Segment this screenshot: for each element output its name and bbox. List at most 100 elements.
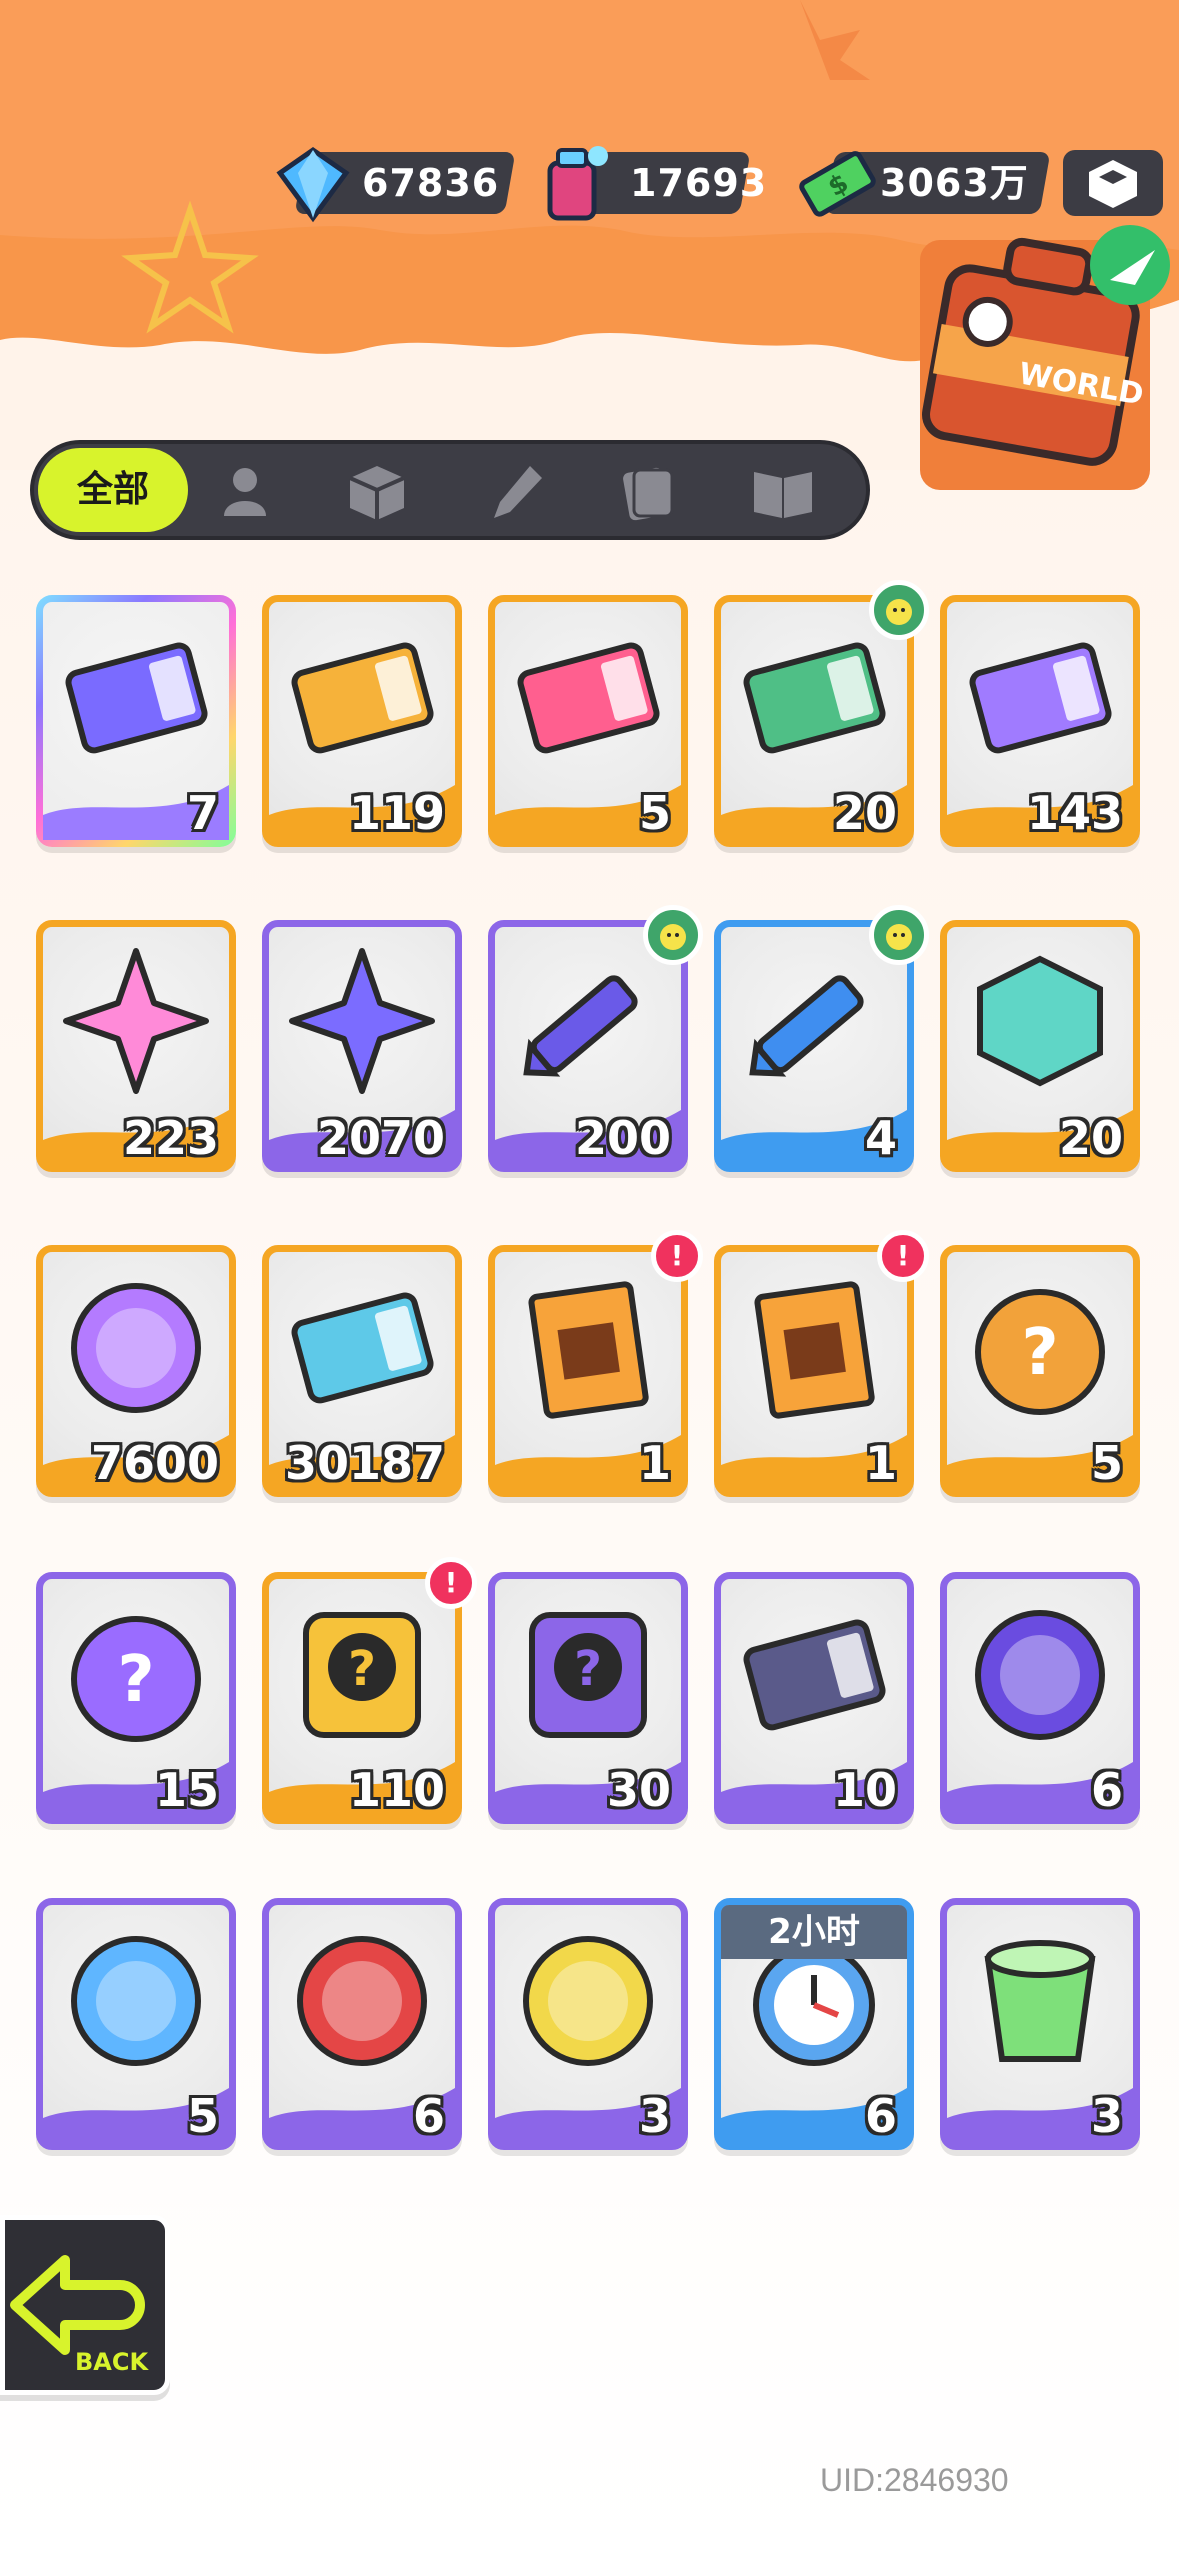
- item-card[interactable]: 7: [36, 595, 236, 847]
- deity-mystery-purple-icon: ?: [529, 1612, 647, 1738]
- cash-value: 3063万: [880, 161, 1029, 205]
- item-card[interactable]: ? 15: [36, 1572, 236, 1824]
- item-card[interactable]: 1!: [488, 1230, 703, 1497]
- item-count: 20: [832, 786, 897, 840]
- alert-badge-icon: !: [425, 1557, 477, 1609]
- item-card[interactable]: ? 30: [488, 1572, 688, 1824]
- item-card[interactable]: ? 5: [940, 1245, 1140, 1497]
- item-card[interactable]: 223: [36, 920, 236, 1172]
- blue-crayon-icon: [749, 975, 864, 1077]
- chick-badge-icon: [869, 580, 929, 640]
- item-count: 6: [1090, 1763, 1123, 1817]
- chick-badge-icon: [643, 905, 703, 965]
- deity-ticket-star-icon: [291, 642, 434, 754]
- item-card[interactable]: 200: [488, 905, 703, 1172]
- mpets-fish-ball-icon: [71, 1936, 201, 2066]
- box-settings-icon: [1089, 160, 1137, 208]
- deity-pack-icon: [754, 1281, 875, 1419]
- back-label: BACK: [75, 2348, 149, 2376]
- item-count: 223: [122, 1111, 219, 1165]
- alert-badge-icon: !: [651, 1230, 703, 1282]
- box-icon[interactable]: [342, 460, 412, 524]
- card-icon[interactable]: [612, 460, 682, 524]
- item-card[interactable]: 5: [36, 1898, 236, 2150]
- season-ticket-icon: [291, 1292, 434, 1404]
- brush-icon[interactable]: [480, 460, 550, 524]
- deity-pack-icon: [528, 1281, 649, 1419]
- item-count: 7600: [90, 1436, 219, 1490]
- item-count: 10: [832, 1763, 897, 1817]
- book-icon[interactable]: [748, 460, 818, 524]
- item-count: 3: [638, 2089, 671, 2143]
- mpets-jelly-ball-icon: [523, 1936, 653, 2066]
- svg-text:?: ?: [117, 1643, 154, 1717]
- alert-badge-icon: !: [877, 1230, 929, 1282]
- item-card[interactable]: 4: [714, 905, 929, 1172]
- item-count: 3: [1090, 2089, 1123, 2143]
- svg-text:?: ?: [348, 1641, 376, 1697]
- svg-text:?: ?: [1021, 1316, 1058, 1390]
- item-count: 6: [864, 2089, 897, 2143]
- settings-button[interactable]: [1063, 150, 1163, 216]
- svg-text:?: ?: [574, 1641, 602, 1697]
- person-icon[interactable]: [210, 460, 280, 524]
- bread-ticket-icon: [743, 642, 886, 754]
- mpets-shark-ball-icon: [297, 1936, 427, 2066]
- tab-all[interactable]: 全部: [38, 448, 188, 532]
- travel-card-icon: [743, 1619, 886, 1731]
- item-count: 5: [638, 786, 671, 840]
- back-arrow-icon: BACK: [10, 2255, 149, 2376]
- item-count: 110: [348, 1763, 445, 1817]
- item-card[interactable]: 119: [262, 595, 462, 847]
- diamond-value: 67836: [362, 161, 500, 205]
- user-id: UID:2846930: [820, 2462, 1009, 2498]
- item-card[interactable]: 2小时 6: [714, 1898, 914, 2150]
- item-card[interactable]: ? 110!: [262, 1557, 477, 1824]
- chick-badge-icon: [869, 905, 929, 965]
- item-card[interactable]: 1!: [714, 1230, 929, 1497]
- item-card[interactable]: 2070: [262, 920, 462, 1172]
- item-count: 15: [154, 1763, 219, 1817]
- color-cube-icon: [977, 955, 1103, 1087]
- item-card[interactable]: 3: [488, 1898, 688, 2150]
- mpets-cat-ball-icon: [975, 1610, 1105, 1740]
- item-count: 4: [864, 1111, 897, 1165]
- deity-mystery-gold-icon: ?: [303, 1612, 421, 1738]
- item-count: 119: [348, 786, 445, 840]
- deity-ticket-crown-icon: [65, 642, 208, 754]
- item-count: 6: [412, 2089, 445, 2143]
- item-card[interactable]: 3: [940, 1898, 1140, 2150]
- item-count: 30: [606, 1763, 671, 1817]
- item-count: 30187: [284, 1436, 445, 1490]
- back-button[interactable]: BACK: [0, 2215, 170, 2395]
- item-card[interactable]: 6: [262, 1898, 462, 2150]
- mystery-egg-orange-icon: ?: [975, 1289, 1105, 1415]
- world-travel-button[interactable]: WORLD: [880, 210, 1179, 510]
- cash-icon: $: [799, 151, 876, 217]
- item-count: 1: [638, 1436, 671, 1490]
- cool-badge-icon: [71, 1283, 201, 1413]
- item-card[interactable]: 143: [940, 595, 1140, 847]
- paint-value: 17693: [630, 161, 768, 205]
- green-jelly-cup-icon: [984, 1940, 1096, 2062]
- item-count: 7: [186, 786, 219, 840]
- item-card[interactable]: 20: [714, 580, 929, 847]
- mystery-egg-purple-icon: ?: [71, 1616, 201, 1742]
- rainbow-star-icon: [63, 948, 209, 1094]
- item-count: 5: [186, 2089, 219, 2143]
- item-card[interactable]: 7600: [36, 1245, 236, 1497]
- item-count: 5: [1090, 1436, 1123, 1490]
- item-card[interactable]: 20: [940, 920, 1140, 1172]
- item-card[interactable]: 30187: [262, 1245, 462, 1497]
- character-ticket-icon: [517, 642, 660, 754]
- deity-ticket-purple-icon: [969, 642, 1112, 754]
- item-card[interactable]: 5: [488, 595, 688, 847]
- diamond-icon: [276, 146, 350, 223]
- item-card[interactable]: 6: [940, 1572, 1140, 1824]
- item-count: 2070: [316, 1111, 445, 1165]
- item-card[interactable]: 10: [714, 1572, 914, 1824]
- item-count: 200: [574, 1111, 671, 1165]
- item-count: 20: [1058, 1111, 1123, 1165]
- purple-crayon-icon: [523, 975, 638, 1077]
- purple-star-icon: [289, 948, 435, 1094]
